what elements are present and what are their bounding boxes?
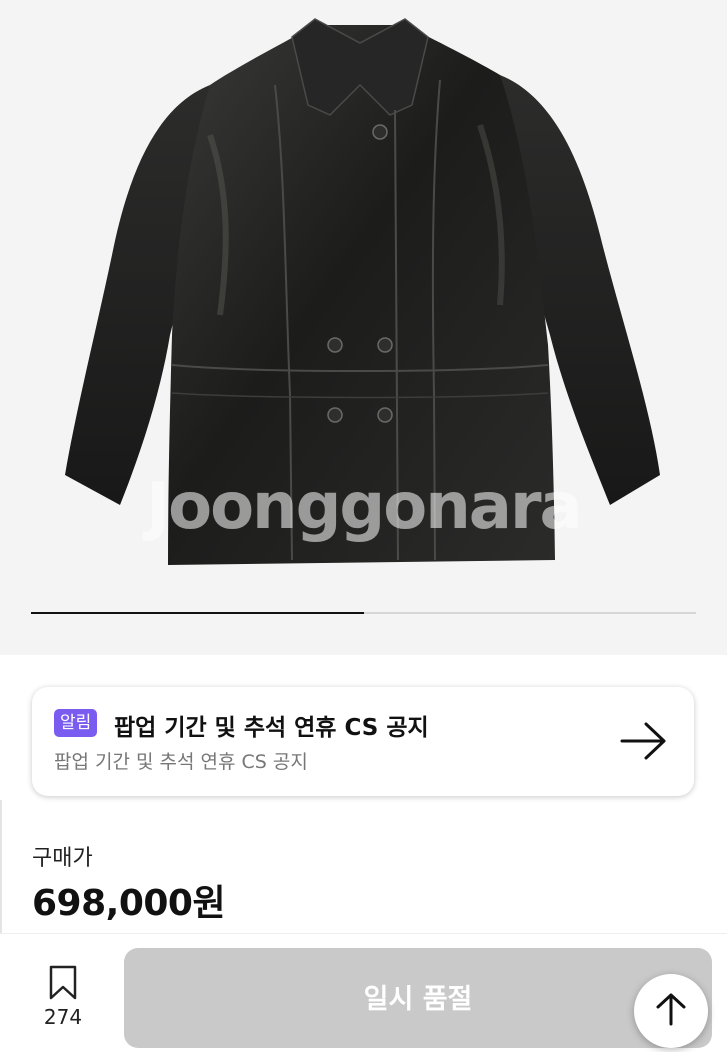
watermark: Joonggonara xyxy=(146,470,582,544)
scroll-to-top-button[interactable] xyxy=(634,974,708,1048)
bookmark-icon xyxy=(49,965,77,1000)
notice-badge: 알림 xyxy=(54,709,98,737)
carousel-progress xyxy=(31,612,696,614)
divider xyxy=(0,800,2,940)
bookmark-button[interactable]: 274 xyxy=(40,965,86,1029)
price-value: 698,000원 xyxy=(32,883,226,924)
arrow-right-icon[interactable] xyxy=(620,721,668,761)
product-image-carousel[interactable]: Joonggonara xyxy=(0,0,727,655)
sold-out-button[interactable]: 일시 품절 xyxy=(124,948,712,1048)
price-label: 구매가 xyxy=(32,846,93,871)
notice-card[interactable]: 알림 팝업 기간 및 추석 연휴 CS 공지 팝업 기간 및 추석 연휴 CS … xyxy=(32,687,694,796)
bookmark-count: 274 xyxy=(43,1005,83,1029)
carousel-progress-fill xyxy=(31,612,364,614)
arrow-up-icon xyxy=(656,993,686,1026)
notice-subtitle: 팝업 기간 및 추석 연휴 CS 공지 xyxy=(54,751,308,773)
notice-title: 팝업 기간 및 추석 연휴 CS 공지 xyxy=(114,715,429,741)
